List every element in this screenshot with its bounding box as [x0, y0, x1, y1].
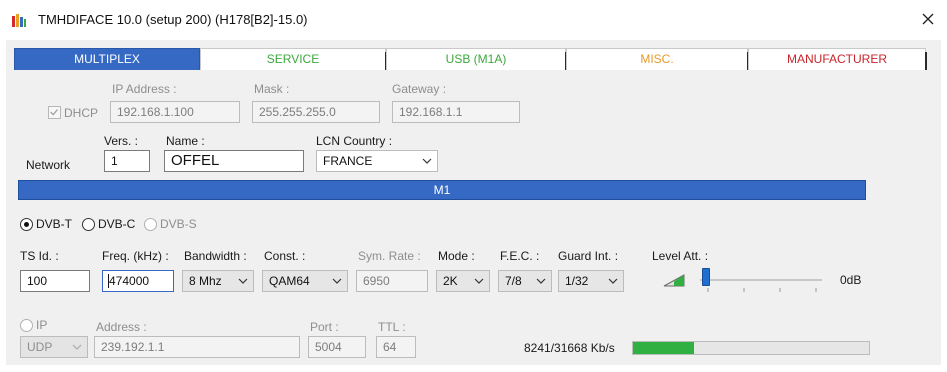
dvbt-radio[interactable] — [20, 218, 33, 231]
level-attenuation-label: Level Att. : — [652, 249, 709, 263]
mode-label: Mode : — [438, 249, 475, 263]
bandwidth-value: 8 Mhz — [189, 274, 222, 288]
tab-label: USB (M1A) — [445, 52, 507, 66]
ttl-label: TTL : — [378, 320, 406, 334]
level-slider-thumb[interactable] — [702, 268, 710, 286]
dvbt-label: DVB-T — [36, 217, 72, 231]
symbol-rate-field[interactable]: 6950 — [356, 270, 428, 292]
address-label: Address : — [96, 320, 147, 334]
window-title: TMHDIFACE 10.0 (setup 200) (H178[B2]-15.… — [38, 12, 308, 27]
tab-manufacturer[interactable]: MANUFACTURER — [748, 48, 927, 70]
ip-label: IP — [36, 318, 48, 332]
chevron-down-icon — [238, 278, 248, 284]
lcn-country-value: FRANCE — [323, 154, 373, 168]
mask-field[interactable]: 255.255.255.0 — [252, 101, 380, 123]
tab-label: SERVICE — [266, 52, 320, 66]
signal-level-icon — [663, 274, 685, 287]
bandwidth-select[interactable]: 8 Mhz — [182, 270, 254, 292]
bandwidth-label: Bandwidth : — [184, 249, 247, 263]
tab-usb[interactable]: USB (M1A) — [386, 48, 567, 70]
level-slider-track[interactable] — [700, 279, 822, 281]
tab-strip: MULTIPLEX SERVICE USB (M1A) MISC. MANUFA… — [14, 48, 927, 70]
constellation-value: QAM64 — [269, 274, 310, 288]
name-label: Name : — [166, 134, 205, 148]
bitrate-progress-bar — [632, 341, 870, 355]
protocol-select[interactable]: UDP — [20, 336, 88, 358]
chevron-down-icon — [422, 158, 432, 164]
frequency-value: 474000 — [109, 274, 150, 288]
chevron-down-icon — [332, 278, 342, 284]
guard-interval-label: Guard Int. : — [558, 249, 619, 263]
text-caret — [108, 274, 109, 288]
constellation-select[interactable]: QAM64 — [262, 270, 348, 292]
gateway-label: Gateway : — [392, 82, 447, 96]
port-field[interactable]: 5004 — [308, 336, 366, 358]
bitrate-text: 8241/31668 Kb/s — [524, 341, 615, 355]
dvbc-label: DVB-C — [98, 217, 136, 231]
frequency-label: Freq. (kHz) : — [102, 249, 169, 263]
ttl-field[interactable]: 64 — [376, 336, 416, 358]
vers-label: Vers. : — [104, 134, 139, 148]
lcn-country-label: LCN Country : — [316, 134, 393, 148]
multiplex-header-bar[interactable]: M1 — [18, 180, 866, 200]
frequency-field[interactable]: 474000 — [102, 270, 174, 292]
chevron-down-icon — [474, 278, 484, 284]
close-icon[interactable] — [917, 8, 939, 30]
fec-label: F.E.C. : — [500, 249, 540, 263]
mode-select[interactable]: 2K — [436, 270, 490, 292]
tab-label: MANUFACTURER — [786, 52, 887, 66]
constellation-label: Const. : — [264, 249, 306, 263]
fec-select[interactable]: 7/8 — [498, 270, 552, 292]
tab-divider — [925, 52, 927, 70]
app-icon — [12, 14, 26, 27]
tab-misc[interactable]: MISC. — [566, 48, 749, 70]
gateway-field[interactable]: 192.168.1.1 — [392, 101, 520, 123]
fec-value: 7/8 — [505, 274, 522, 288]
address-field[interactable]: 239.192.1.1 — [94, 336, 300, 358]
guard-interval-select[interactable]: 1/32 — [558, 270, 624, 292]
ip-address-field[interactable]: 192.168.1.100 — [110, 101, 240, 123]
client-area: MULTIPLEX SERVICE USB (M1A) MISC. MANUFA… — [6, 40, 941, 365]
dvbs-radio[interactable] — [144, 218, 157, 231]
ip-address-label: IP Address : — [112, 82, 177, 96]
multiplex-header-label: M1 — [433, 183, 451, 197]
guard-interval-value: 1/32 — [565, 274, 589, 288]
tab-label: MULTIPLEX — [74, 52, 140, 66]
network-label: Network — [26, 158, 71, 172]
ts-id-field[interactable]: 100 — [20, 270, 90, 292]
title-bar: TMHDIFACE 10.0 (setup 200) (H178[B2]-15.… — [0, 0, 947, 40]
chevron-down-icon — [536, 278, 546, 284]
chevron-down-icon — [608, 278, 618, 284]
dvbc-radio[interactable] — [82, 218, 95, 231]
dhcp-label: DHCP — [64, 106, 99, 120]
tab-service[interactable]: SERVICE — [200, 48, 387, 70]
port-label: Port : — [310, 320, 339, 334]
tab-label: MISC. — [640, 52, 674, 66]
symbol-rate-label: Sym. Rate : — [358, 249, 421, 263]
chevron-down-icon — [72, 344, 82, 350]
bitrate-progress-fill — [633, 342, 695, 354]
dhcp-checkbox[interactable] — [48, 106, 61, 119]
protocol-value: UDP — [27, 340, 53, 354]
mask-label: Mask : — [254, 82, 290, 96]
dvbs-label: DVB-S — [160, 217, 197, 231]
tab-multiplex[interactable]: MULTIPLEX — [14, 48, 200, 70]
ip-radio[interactable] — [20, 319, 33, 332]
version-field[interactable]: 1 — [104, 150, 150, 172]
level-value: 0dB — [840, 273, 862, 287]
ts-id-label: TS Id. : — [20, 249, 59, 263]
slider-ticks — [707, 288, 817, 292]
checkmark-icon — [50, 109, 58, 116]
lcn-country-select[interactable]: FRANCE — [316, 150, 438, 172]
mode-value: 2K — [443, 274, 458, 288]
network-name-field[interactable]: OFFEL — [164, 150, 304, 172]
